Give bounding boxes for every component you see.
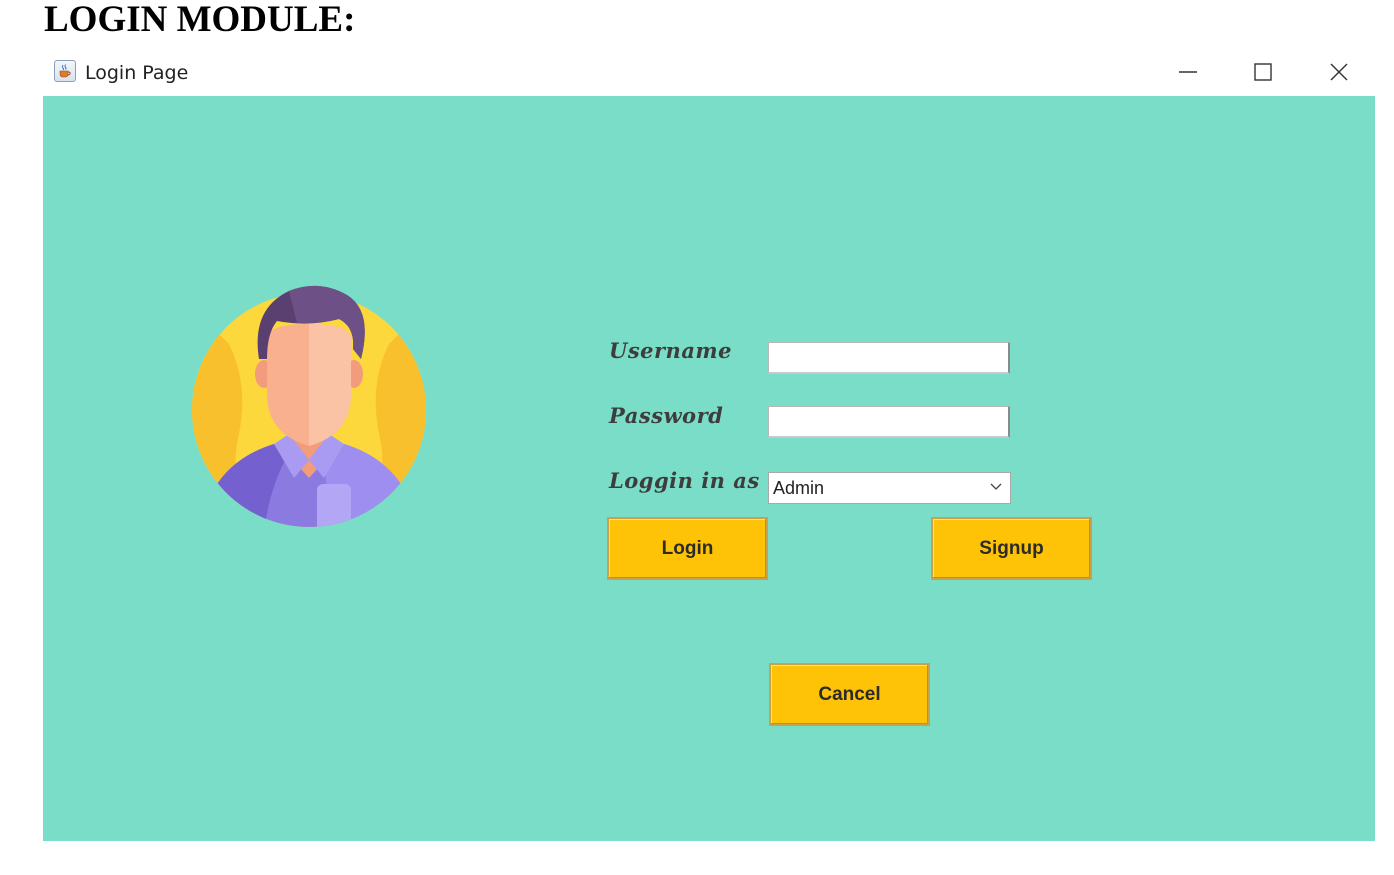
username-label: Username [609,338,733,363]
maximize-button[interactable] [1243,56,1283,88]
username-input[interactable] [768,342,1010,374]
title-bar[interactable]: Login Page [43,52,1375,96]
minimize-button[interactable] [1168,56,1208,88]
minimize-icon [1179,71,1197,73]
window-title: Login Page [85,62,189,84]
password-input[interactable] [768,406,1010,438]
chevron-down-icon [990,483,1002,490]
login-panel: Username Password Loggin in as Admin Log… [43,96,1375,841]
close-button[interactable] [1319,56,1359,88]
cancel-button[interactable]: Cancel [769,663,930,726]
role-select[interactable]: Admin [768,472,1011,504]
java-cup-icon [54,60,76,82]
maximize-icon [1254,63,1272,81]
role-label: Loggin in as [609,468,760,493]
user-avatar-icon [192,285,426,527]
signup-button[interactable]: Signup [931,517,1092,580]
password-label: Password [609,403,724,428]
login-button[interactable]: Login [607,517,768,580]
role-select-value: Admin [773,478,825,498]
close-icon [1330,63,1348,81]
login-window: Login Page Username Password Loggin in a… [43,52,1375,841]
document-heading: LOGIN MODULE: [44,0,356,40]
